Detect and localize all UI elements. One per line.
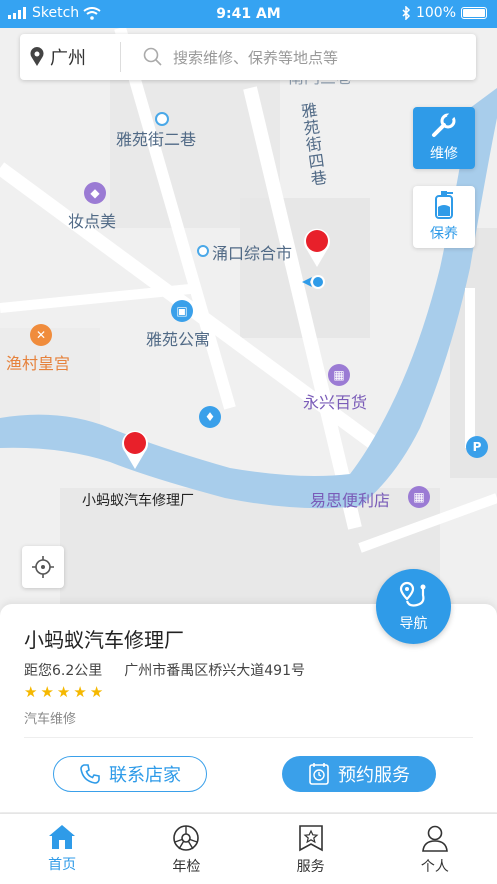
star-icon: ★: [40, 683, 54, 701]
city-label: 广州: [50, 48, 86, 69]
star-icon: ★: [24, 683, 38, 701]
maintain-label: 保养: [430, 226, 458, 242]
current-location-icon: [302, 275, 325, 289]
search-bar[interactable]: 广州 搜索维修、保养等地点等: [20, 34, 476, 80]
tab-label: 个人: [420, 859, 449, 875]
tab-inspection[interactable]: 年检: [124, 814, 248, 884]
shop-distance: 距您6.2公里: [24, 663, 103, 679]
tab-label: 服务: [296, 859, 325, 875]
maintain-button[interactable]: 保养: [413, 186, 475, 248]
shop-address: 广州市番禺区桥兴大道491号: [124, 663, 305, 679]
shop-marker-icon[interactable]: [120, 428, 150, 470]
book-service-button[interactable]: 预约服务: [282, 756, 436, 792]
poi-label-makeup[interactable]: 妆点美: [68, 208, 116, 232]
tab-profile[interactable]: 个人: [373, 814, 497, 884]
shop-name: 小蚂蚁汽车修理厂: [24, 628, 184, 652]
navigate-label: 导航: [399, 615, 428, 632]
book-label: 预约服务: [338, 765, 410, 786]
department-store-icon[interactable]: ▦: [328, 364, 350, 386]
wrench-icon: [432, 113, 456, 137]
shop-meta: 距您6.2公里 广州市番禺区桥兴大道491号: [24, 660, 305, 680]
star-icon: ★: [89, 683, 104, 701]
repair-label: 维修: [430, 146, 458, 162]
tab-service[interactable]: 服务: [249, 814, 373, 884]
locate-button[interactable]: [22, 546, 64, 588]
poi-label-convenience[interactable]: 易思便利店: [310, 487, 390, 511]
restroom-icon[interactable]: ♦: [199, 406, 221, 428]
calendar-clock-icon: [309, 763, 329, 785]
crosshair-icon: [32, 556, 54, 578]
map-marker-icon[interactable]: [302, 226, 332, 268]
poi-label-department[interactable]: 永兴百货: [303, 389, 367, 413]
search-icon: [143, 47, 162, 66]
parking-icon[interactable]: P: [466, 436, 488, 458]
street-label-yayuan2: 雅苑街二巷: [116, 130, 197, 149]
city-selector[interactable]: 广州: [20, 44, 120, 70]
search-placeholder: 搜索维修、保养等地点等: [173, 48, 339, 67]
contact-label: 联系店家: [109, 765, 181, 786]
status-right: 100%: [401, 5, 487, 21]
poi-label-restaurant[interactable]: 渔村皇宫: [6, 350, 70, 374]
tab-bar: 首页 年检 服务 个人: [0, 813, 497, 884]
phone-icon: [80, 764, 100, 784]
battery-percent: 100%: [415, 5, 456, 21]
location-pin-icon: [30, 47, 44, 66]
poi-dot: [155, 112, 169, 126]
wheel-icon: [173, 825, 200, 851]
poi-label-market[interactable]: 涌口综合市: [212, 240, 292, 264]
contact-shop-button[interactable]: 联系店家: [53, 756, 207, 792]
convenience-store-icon[interactable]: ▦: [408, 486, 430, 508]
star-icon: ★: [56, 683, 71, 701]
bluetooth-icon: [402, 6, 411, 20]
oil-bottle-icon: [435, 191, 453, 219]
poi-label-apartment[interactable]: 雅苑公寓: [146, 326, 210, 350]
card-divider: [24, 737, 473, 738]
star-icon: ★: [73, 683, 87, 701]
home-icon: [49, 825, 76, 849]
shop-category: 汽车维修: [24, 712, 77, 727]
tab-home[interactable]: 首页: [0, 814, 124, 884]
search-input[interactable]: 搜索维修、保养等地点等: [121, 47, 338, 68]
battery-icon: [461, 7, 487, 19]
apartment-icon[interactable]: ▣: [171, 300, 193, 322]
restaurant-icon[interactable]: ✕: [30, 324, 52, 346]
navigate-button[interactable]: 导航: [376, 569, 451, 644]
route-icon: [399, 581, 425, 607]
repair-button[interactable]: 维修: [413, 107, 475, 169]
rating-stars: ★ ★ ★ ★ ★: [24, 684, 103, 700]
status-bar: Sketch 9:41 AM 100%: [0, 0, 497, 28]
tab-label: 首页: [48, 857, 77, 873]
tab-label: 年检: [172, 859, 201, 875]
shopping-bag-icon[interactable]: ◆: [84, 182, 106, 204]
service-icon: [298, 825, 323, 852]
poi-label-shop[interactable]: 小蚂蚁汽车修理厂: [82, 490, 194, 510]
person-icon: [421, 825, 448, 852]
poi-dot-market: [197, 245, 209, 257]
